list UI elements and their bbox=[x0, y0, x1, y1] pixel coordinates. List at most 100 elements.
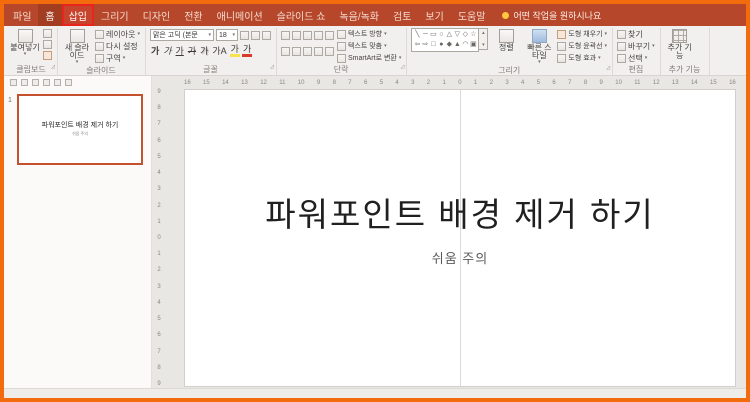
columns-button[interactable] bbox=[324, 46, 334, 56]
shape-item-13[interactable]: ▲ bbox=[453, 40, 461, 50]
line-spacing-button[interactable] bbox=[324, 30, 334, 40]
replace-button[interactable]: 바꾸기 ▾ bbox=[617, 41, 655, 51]
shape-item-4[interactable]: △ bbox=[445, 30, 453, 40]
horizontal-ruler[interactable]: 16 15 14 13 12 11 10 9 8 7 6 5 4 3 2 1 0 1 2 3 4 5 6 7 8 9 10 11 12 1… bbox=[166, 76, 746, 89]
new-slide-button[interactable]: 새 슬라이드 ▾ bbox=[62, 28, 92, 65]
slide-canvas[interactable]: 파워포인트 배경 제거 하기 쉬움 주의 bbox=[166, 89, 746, 388]
shapes-gallery: ╲ ─ ▭ ○ △ ▽ ◇ ☆ ⇦ ⇨ □ ● ◆ ▲ ◠ ▣ bbox=[411, 28, 480, 52]
tab-file[interactable]: 파일 bbox=[6, 4, 38, 26]
shape-item-9[interactable]: ⇨ bbox=[421, 40, 429, 50]
tab-review[interactable]: 검토 bbox=[386, 4, 418, 26]
tab-help[interactable]: 도움말 bbox=[451, 4, 493, 26]
shape-outline-button[interactable]: 도형 윤곽선 ▾ bbox=[557, 41, 607, 51]
drawing-dialog-launcher-icon[interactable]: ◿ bbox=[606, 63, 610, 74]
paragraph-icons-row2 bbox=[280, 44, 334, 58]
clear-formatting-button[interactable] bbox=[261, 30, 271, 40]
bold-button[interactable]: 가 bbox=[150, 45, 160, 57]
tab-transitions[interactable]: 전환 bbox=[177, 4, 209, 26]
cut-button[interactable] bbox=[43, 29, 52, 38]
tell-me-box[interactable]: 어떤 작업을 원하시나요 bbox=[502, 4, 601, 26]
align-right-button[interactable] bbox=[302, 46, 312, 56]
slide-thumbnail-panel[interactable]: 1 파워포인트 배경 제거 하기 쉬움 주의 bbox=[4, 89, 152, 388]
text-direction-button[interactable]: 텍스트 방향 ▾ bbox=[336, 29, 401, 39]
italic-button[interactable]: 가 bbox=[162, 45, 172, 57]
align-left-button[interactable] bbox=[280, 46, 290, 56]
start-slideshow-button[interactable] bbox=[43, 79, 50, 86]
copy-button[interactable] bbox=[43, 40, 52, 49]
tab-design[interactable]: 디자인 bbox=[136, 4, 178, 26]
shape-item-7[interactable]: ☆ bbox=[469, 30, 477, 40]
convert-to-smartart-button[interactable]: SmartArt로 변환 ▾ bbox=[336, 53, 401, 63]
shape-item-11[interactable]: ● bbox=[437, 40, 445, 50]
new-slide-label: 새 슬라이드 bbox=[64, 43, 90, 60]
shape-item-0[interactable]: ╲ bbox=[413, 30, 421, 40]
shape-item-1[interactable]: ─ bbox=[421, 30, 429, 40]
slide-number: 1 bbox=[8, 97, 12, 104]
redo-button[interactable] bbox=[32, 79, 39, 86]
font-dialog-launcher-icon[interactable]: ◿ bbox=[270, 62, 274, 73]
tab-recording[interactable]: 녹음/녹화 bbox=[332, 4, 386, 26]
tab-view[interactable]: 보기 bbox=[418, 4, 450, 26]
decrease-font-size-button[interactable] bbox=[250, 30, 260, 40]
font-color-button[interactable]: 가 bbox=[241, 45, 253, 57]
clipboard-dialog-launcher-icon[interactable]: ◿ bbox=[51, 62, 55, 73]
font-size-select[interactable]: 18 ▾ bbox=[215, 29, 238, 41]
shape-item-10[interactable]: □ bbox=[429, 40, 437, 50]
layout-button[interactable]: 레이아웃 ▾ bbox=[95, 29, 140, 39]
ruler-number: 5 bbox=[536, 79, 541, 86]
paragraph-dialog-launcher-icon[interactable]: ◿ bbox=[401, 62, 405, 73]
increase-indent-button[interactable] bbox=[313, 30, 323, 40]
shape-item-14[interactable]: ◠ bbox=[461, 40, 469, 50]
shape-fill-button[interactable]: 도형 채우기 ▾ bbox=[557, 29, 607, 39]
shape-item-6[interactable]: ◇ bbox=[461, 30, 469, 40]
numbering-button[interactable] bbox=[291, 30, 301, 40]
tab-home[interactable]: 홈 bbox=[38, 4, 62, 26]
highlight-color-button[interactable]: 가 bbox=[229, 45, 240, 57]
paste-button[interactable]: 붙여넣기 ▾ bbox=[10, 28, 40, 57]
underline-button[interactable]: 가 bbox=[175, 45, 185, 57]
shapes-scroll-down-icon[interactable]: ▾ bbox=[482, 42, 485, 48]
reset-button[interactable]: 다시 설정 bbox=[95, 41, 140, 51]
shape-item-5[interactable]: ▽ bbox=[453, 30, 461, 40]
shapes-gallery-scrollbar[interactable]: ▴ ▾ bbox=[479, 28, 489, 50]
increase-font-size-button[interactable] bbox=[239, 30, 249, 40]
text-shadow-button[interactable]: 가 bbox=[199, 45, 209, 57]
slide-subtitle[interactable]: 쉬움 주의 bbox=[185, 248, 735, 267]
select-button[interactable]: 선택 ▾ bbox=[617, 53, 655, 63]
shape-item-2[interactable]: ▭ bbox=[429, 30, 437, 40]
shape-item-3[interactable]: ○ bbox=[437, 30, 445, 40]
ribbon-group-editing: 찾기 바꾸기 ▾ 선택 ▾ 편집 bbox=[613, 28, 661, 75]
arrange-button[interactable]: 정렬 bbox=[491, 28, 521, 52]
decrease-indent-button[interactable] bbox=[302, 30, 312, 40]
shapes-scroll-up-icon[interactable]: ▴ bbox=[482, 30, 485, 36]
customize-quick-access-button[interactable] bbox=[65, 79, 72, 86]
strikethrough-button[interactable]: 가 bbox=[187, 45, 197, 57]
font-name-select[interactable]: 맑은 고딕 (본문 ▾ bbox=[149, 29, 214, 41]
slide-title[interactable]: 파워포인트 배경 제거 하기 bbox=[185, 188, 735, 236]
character-spacing-button[interactable]: 가A bbox=[211, 45, 227, 57]
justify-button[interactable] bbox=[313, 46, 323, 56]
shape-item-8[interactable]: ⇦ bbox=[413, 40, 421, 50]
save-button[interactable] bbox=[10, 79, 17, 86]
tab-draw[interactable]: 그리기 bbox=[94, 4, 136, 26]
find-button[interactable]: 찾기 bbox=[617, 29, 655, 39]
print-button[interactable] bbox=[54, 79, 61, 86]
align-text-button[interactable]: 텍스트 맞춤 ▾ bbox=[336, 41, 401, 51]
tab-slideshow[interactable]: 슬라이드 쇼 bbox=[270, 4, 333, 26]
quick-styles-button[interactable]: 빠른 스타일 ▾ bbox=[524, 28, 554, 65]
bullets-button[interactable] bbox=[280, 30, 290, 40]
format-painter-button[interactable] bbox=[43, 51, 52, 60]
tab-animations[interactable]: 애니메이션 bbox=[210, 4, 270, 26]
vertical-ruler[interactable]: 9 8 7 6 5 4 3 2 1 0 1 2 3 4 5 6 7 8 9 bbox=[152, 89, 166, 388]
shape-effects-button[interactable]: 도형 효과 ▾ bbox=[557, 53, 607, 63]
slide[interactable]: 파워포인트 배경 제거 하기 쉬움 주의 bbox=[184, 89, 736, 387]
ruler-number: 7 bbox=[348, 79, 352, 86]
slide-thumbnail[interactable]: 파워포인트 배경 제거 하기 쉬움 주의 bbox=[17, 94, 143, 165]
undo-button[interactable] bbox=[21, 79, 28, 86]
shape-item-15[interactable]: ▣ bbox=[469, 40, 477, 50]
add-ins-button[interactable]: 추가 기능 bbox=[665, 28, 695, 60]
section-button[interactable]: 구역 ▾ bbox=[95, 53, 140, 63]
align-center-button[interactable] bbox=[291, 46, 301, 56]
tab-insert[interactable]: 삽입 bbox=[61, 4, 95, 26]
shape-item-12[interactable]: ◆ bbox=[445, 40, 453, 50]
